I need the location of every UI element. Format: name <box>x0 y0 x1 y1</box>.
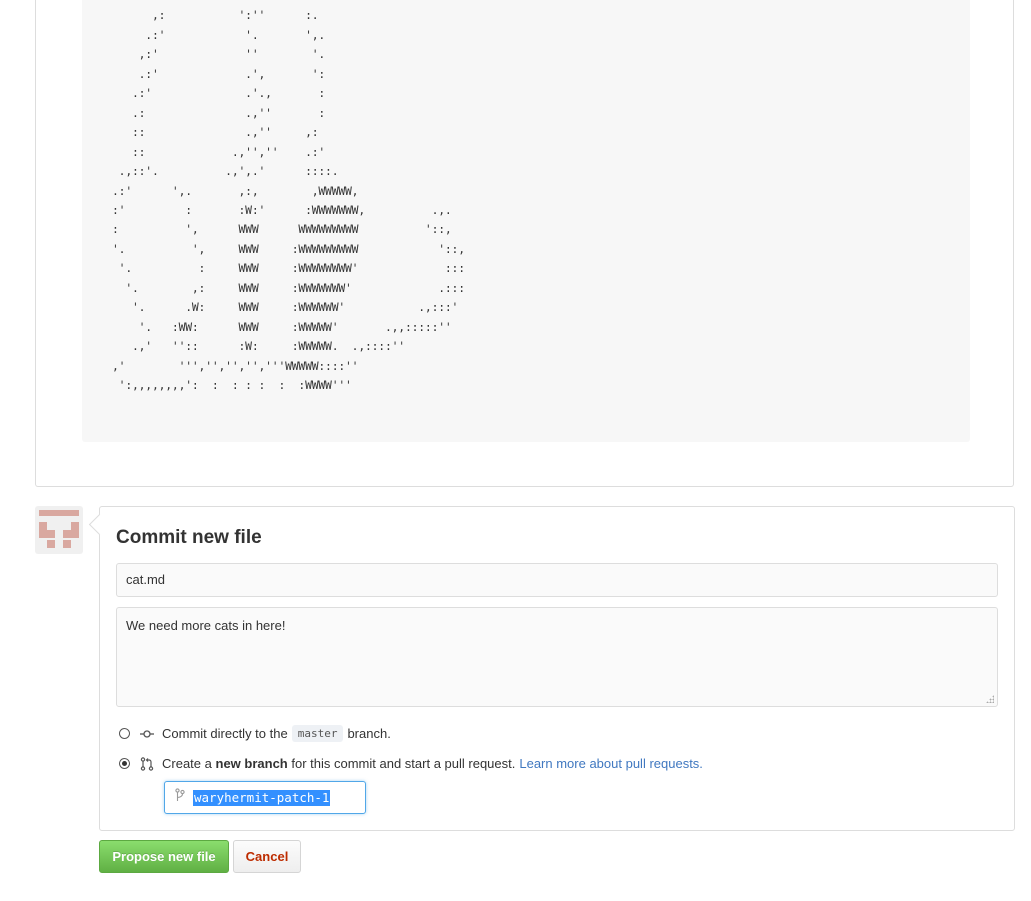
branch-name-label: master <box>291 725 344 742</box>
commit-description-text: We need more cats in here! <box>126 618 286 633</box>
file-preview-box: : ::: : ,: ':'' :. .:' '. ',. ,:' '' '. … <box>35 0 1014 487</box>
option-new-branch[interactable]: Create a new branch for this commit and … <box>119 756 703 771</box>
option-new-branch-bold: new branch <box>215 756 288 771</box>
cancel-button[interactable]: Cancel <box>233 840 301 873</box>
git-pull-request-icon <box>140 756 154 771</box>
commit-form: Commit new file cat.md We need more cats… <box>88 506 1015 831</box>
ascii-art-cat: : ::: : ,: ':'' :. .:' '. ',. ,:' '' '. … <box>112 0 465 393</box>
new-branch-name-input[interactable]: waryhermit-patch-1 <box>164 781 366 814</box>
avatar[interactable] <box>35 506 83 554</box>
resize-grip-icon[interactable] <box>986 695 994 703</box>
propose-new-file-button[interactable]: Propose new file <box>99 840 229 873</box>
file-content-preview: : ::: : ,: ':'' :. .:' '. ',. ,:' '' '. … <box>82 0 970 442</box>
option-new-branch-prefix: Create a <box>162 756 212 771</box>
comment-caret <box>88 513 111 536</box>
option-commit-direct[interactable]: Commit directly to the master branch. <box>119 725 391 742</box>
git-branch-icon <box>175 788 185 807</box>
option-new-branch-suffix: for this commit and start a pull request… <box>291 756 516 771</box>
commit-summary-input[interactable]: cat.md <box>116 563 998 597</box>
branch-name-value: waryhermit-patch-1 <box>193 789 331 806</box>
radio-commit-direct[interactable] <box>119 728 130 739</box>
commit-title: Commit new file <box>116 527 262 548</box>
commit-description-textarea[interactable]: We need more cats in here! <box>116 607 998 707</box>
git-commit-icon <box>140 727 154 741</box>
radio-new-branch[interactable] <box>119 758 130 769</box>
option-direct-suffix: branch. <box>347 726 391 741</box>
option-direct-prefix: Commit directly to the <box>162 726 288 741</box>
learn-more-link[interactable]: Learn more about pull requests. <box>519 756 703 771</box>
